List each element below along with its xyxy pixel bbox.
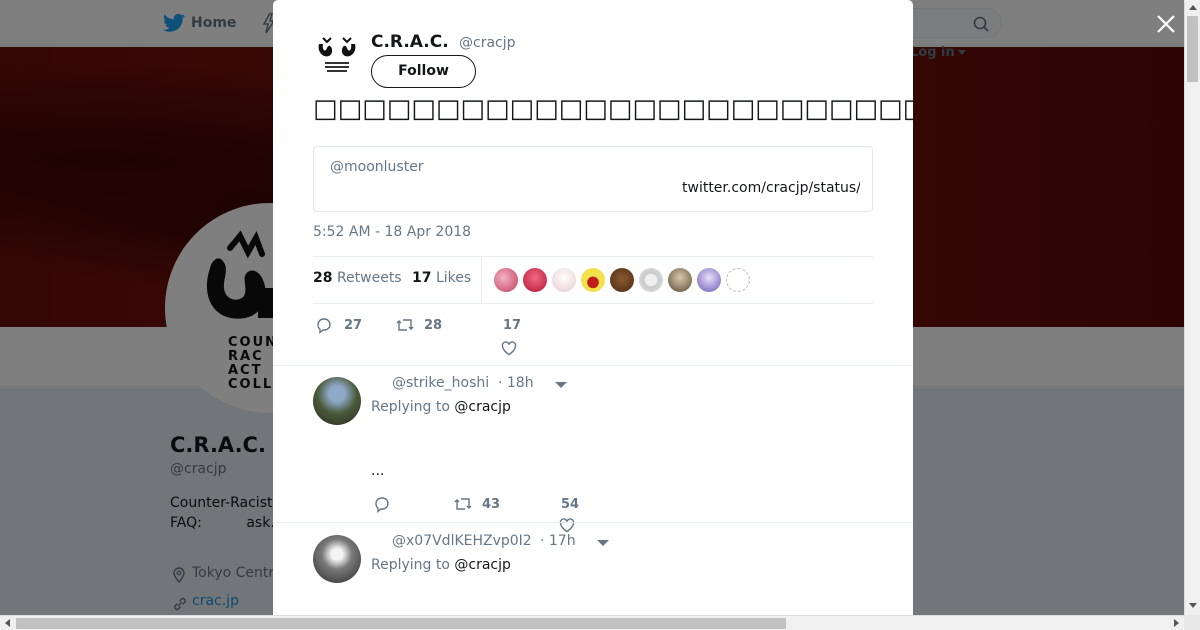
replying-to-label: Replying to bbox=[371, 557, 450, 573]
tweet-author-name[interactable]: C.R.A.C. bbox=[371, 32, 449, 52]
horizontal-scrollbar[interactable] bbox=[0, 615, 1184, 630]
likes-stat[interactable]: 17 Likes bbox=[412, 270, 471, 286]
reply-author-avatar[interactable] bbox=[313, 535, 361, 583]
liker-avatar[interactable] bbox=[494, 268, 518, 292]
reply-tweet[interactable]: @strike_hoshi · 18h Replying to @cracjp … bbox=[273, 365, 913, 533]
reply-icon[interactable] bbox=[315, 316, 333, 334]
replying-to-label: Replying to bbox=[371, 399, 450, 415]
likes-label[interactable]: Likes bbox=[436, 270, 471, 286]
likes-count[interactable]: 17 bbox=[412, 270, 431, 286]
quoted-tweet-link[interactable]: twitter.com/cracjp/status/ bbox=[682, 180, 860, 196]
reply-icon[interactable] bbox=[373, 495, 391, 513]
reply-time[interactable]: · 18h bbox=[498, 375, 534, 391]
tweet-permalink-modal: C.R.A.C. @cracjp Follow □□□□□□□□□□□□□□□□… bbox=[273, 0, 913, 615]
chevron-down-icon[interactable] bbox=[597, 540, 609, 546]
reply-context: Replying to @cracjp bbox=[371, 557, 511, 573]
tweet-actions: 27 28 17 bbox=[313, 312, 613, 362]
reply-author-handle[interactable]: @strike_hoshi bbox=[392, 375, 489, 391]
tweet-author-avatar[interactable] bbox=[313, 30, 361, 78]
scroll-down-arrow-icon[interactable] bbox=[1189, 603, 1197, 608]
chevron-down-icon[interactable] bbox=[555, 382, 567, 388]
close-modal-icon[interactable] bbox=[1154, 12, 1178, 36]
replying-to-mention[interactable]: @cracjp bbox=[454, 557, 511, 573]
retweet-icon[interactable] bbox=[395, 316, 415, 334]
liker-avatar[interactable] bbox=[726, 268, 750, 292]
reply-time[interactable]: · 17h bbox=[540, 533, 576, 549]
reply-author-avatar[interactable] bbox=[313, 377, 361, 425]
retweet-icon[interactable] bbox=[453, 495, 473, 513]
heart-icon[interactable] bbox=[501, 341, 517, 356]
scroll-right-arrow-icon[interactable] bbox=[1174, 619, 1179, 627]
vertical-scroll-thumb[interactable] bbox=[1187, 16, 1198, 82]
retweets-label[interactable]: Retweets bbox=[337, 270, 402, 286]
reply-count[interactable]: 27 bbox=[344, 318, 362, 333]
liker-avatar[interactable] bbox=[610, 268, 634, 292]
scroll-up-arrow-icon[interactable] bbox=[1189, 5, 1197, 10]
tweet-text: □□□□□□□□□□□□□□□□□□□□□□□□□□□□□□□□□□□□□□□□… bbox=[313, 94, 913, 124]
liker-avatar[interactable] bbox=[523, 268, 547, 292]
stats-divider bbox=[481, 257, 482, 303]
quoted-tweet-card[interactable]: @moonluster twitter.com/cracjp/status/ bbox=[313, 146, 873, 212]
liker-avatar[interactable] bbox=[668, 268, 692, 292]
tweet-author-handle[interactable]: @cracjp bbox=[459, 35, 516, 51]
tweet-timestamp[interactable]: 5:52 AM - 18 Apr 2018 bbox=[313, 224, 471, 240]
vertical-scrollbar[interactable] bbox=[1184, 0, 1200, 615]
retweets-stat[interactable]: 28 Retweets bbox=[313, 270, 402, 286]
horizontal-scroll-thumb[interactable] bbox=[16, 618, 786, 629]
reply-author-handle[interactable]: @x07VdlKEHZvp0I2 bbox=[392, 533, 532, 549]
crac-logo-icon bbox=[318, 37, 356, 72]
quoted-tweet-user[interactable]: @moonluster bbox=[330, 159, 424, 175]
like-count[interactable]: 17 bbox=[503, 318, 521, 333]
replying-to-mention[interactable]: @cracjp bbox=[454, 399, 511, 415]
follow-button[interactable]: Follow bbox=[371, 55, 476, 88]
reply-like-count[interactable]: 54 bbox=[561, 497, 579, 512]
tweet-stats: 28 Retweets 17 Likes bbox=[313, 256, 873, 304]
liker-avatar[interactable] bbox=[697, 268, 721, 292]
reply-retweet-count[interactable]: 43 bbox=[482, 497, 500, 512]
reply-context: Replying to @cracjp bbox=[371, 399, 511, 415]
reply-text: ... bbox=[371, 463, 385, 479]
retweets-count[interactable]: 28 bbox=[313, 270, 332, 286]
reply-tweet[interactable]: @x07VdlKEHZvp0I2 · 17h Replying to @crac… bbox=[273, 522, 913, 615]
liker-avatar[interactable] bbox=[552, 268, 576, 292]
scroll-left-arrow-icon[interactable] bbox=[5, 619, 10, 627]
liker-avatar[interactable] bbox=[639, 268, 663, 292]
retweet-count[interactable]: 28 bbox=[424, 318, 442, 333]
liker-avatar[interactable] bbox=[581, 268, 605, 292]
scrollbar-corner bbox=[1184, 615, 1200, 630]
